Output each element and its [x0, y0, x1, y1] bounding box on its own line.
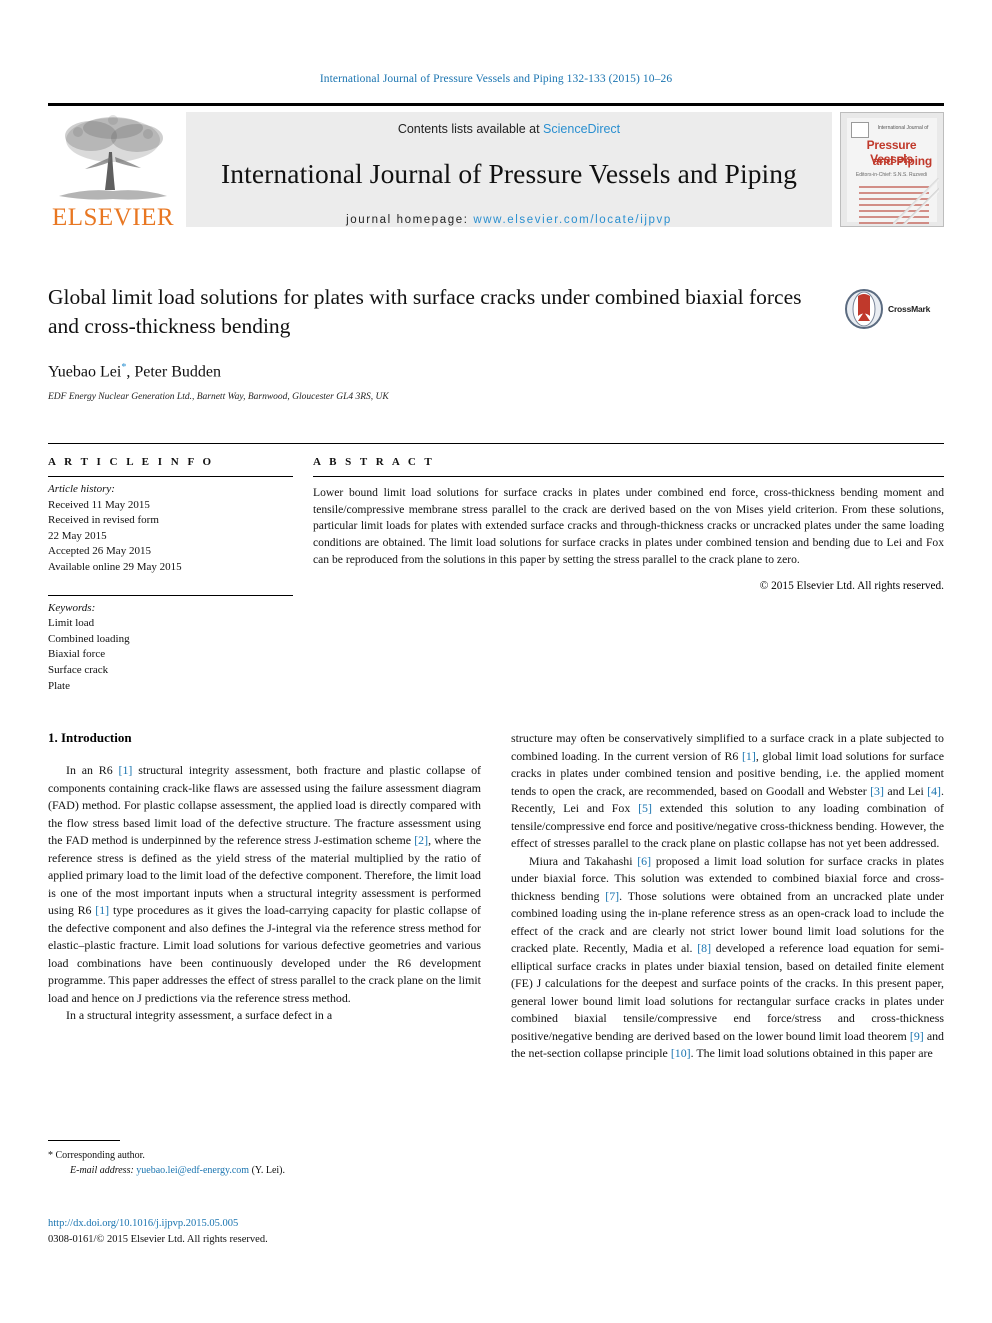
doi-block: http://dx.doi.org/10.1016/j.ijpvp.2015.0…: [48, 1216, 548, 1249]
abstract-copyright: © 2015 Elsevier Ltd. All rights reserved…: [759, 580, 944, 593]
cover-corner-fold: [893, 178, 939, 224]
paper-page: International Journal of Pressure Vessel…: [0, 0, 992, 1323]
reference-link[interactable]: [2]: [414, 833, 428, 847]
keyword-item: Plate: [48, 679, 70, 692]
homepage-prefix: journal homepage:: [346, 214, 474, 226]
keyword-item: Surface crack: [48, 664, 109, 677]
running-head: International Journal of Pressure Vessel…: [319, 73, 673, 85]
title-block: Global limit load solutions for plates w…: [48, 283, 944, 402]
section-heading-introduction: 1. Introduction: [48, 730, 481, 746]
info-abstract-section: A R T I C L E I N F O Article history: R…: [48, 443, 944, 694]
journal-cover-thumbnail[interactable]: International Journal of Pressure Vessel…: [840, 112, 944, 227]
issn-copyright-line: 0308-0161/© 2015 Elsevier Ltd. All right…: [48, 1234, 268, 1246]
history-item: Received in revised form: [48, 514, 159, 527]
contents-line: Contents lists available at ScienceDirec…: [398, 122, 620, 136]
body-columns: 1. Introduction In an R6 [1] structural …: [48, 730, 944, 1063]
section-title: Introduction: [61, 730, 132, 745]
body-column-right: structure may often be conservatively si…: [511, 730, 944, 1063]
author-primary: Yuebao Lei: [48, 363, 122, 381]
journal-homepage-line: journal homepage: www.elsevier.com/locat…: [346, 214, 672, 226]
crossmark-badge[interactable]: CrossMark: [844, 288, 944, 330]
history-item: Received 11 May 2015: [48, 498, 150, 511]
reference-link[interactable]: [9]: [910, 1029, 924, 1043]
body-paragraph: In an R6 [1] structural integrity assess…: [48, 762, 481, 1007]
paragraph-text: type procedures as it gives the load-car…: [48, 903, 481, 1005]
keyword-item: Biaxial force: [48, 648, 106, 661]
cover-title-line2: and Piping: [872, 154, 933, 168]
reference-link[interactable]: [8]: [697, 941, 711, 955]
doi-link[interactable]: http://dx.doi.org/10.1016/j.ijpvp.2015.0…: [48, 1216, 548, 1232]
footnote-rule: [48, 1140, 120, 1141]
crossmark-icon: [845, 289, 883, 329]
footnote-block: * Corresponding author. E-mail address: …: [48, 1140, 481, 1178]
body-paragraph: structure may often be conservatively si…: [511, 730, 944, 853]
journal-title: International Journal of Pressure Vessel…: [221, 158, 797, 189]
reference-link[interactable]: [10]: [671, 1046, 691, 1060]
cover-publisher-mark-icon: [851, 122, 869, 138]
journal-masthead: ELSEVIER Contents lists available at Sci…: [48, 103, 944, 233]
crossmark-label: CrossMark: [888, 304, 931, 314]
keyword-item: Combined loading: [48, 632, 130, 645]
reference-link[interactable]: [5]: [638, 801, 652, 815]
paragraph-text: Miura and Takahashi: [529, 853, 638, 868]
email-suffix: (Y. Lei).: [249, 1165, 285, 1176]
corresponding-author-note: * Corresponding author.: [48, 1150, 145, 1161]
abstract-heading: A B S T R A C T: [313, 456, 435, 468]
elsevier-wordmark: ELSEVIER: [51, 204, 175, 231]
history-item: Available online 29 May 2015: [48, 561, 182, 574]
history-item: Accepted 26 May 2015: [48, 545, 151, 558]
reference-link[interactable]: [6]: [637, 854, 651, 868]
left-paragraphs: In an R6 [1] structural integrity assess…: [48, 762, 481, 1025]
email-link[interactable]: yuebao.lei@edf-energy.com: [136, 1165, 249, 1176]
affiliation: EDF Energy Nuclear Generation Ltd., Barn…: [48, 391, 389, 402]
abstract-column: A B S T R A C T Lower bound limit load s…: [313, 444, 944, 694]
article-history-block: Article history: Received 11 May 2015 Re…: [48, 477, 293, 576]
email-note: E-mail address: yuebao.lei@edf-energy.co…: [48, 1163, 481, 1178]
keywords-label: Keywords:: [48, 601, 96, 614]
reference-link[interactable]: [3]: [870, 784, 884, 798]
sciencedirect-link[interactable]: ScienceDirect: [543, 122, 620, 136]
keywords-block: Keywords: Limit load Combined loading Bi…: [48, 590, 293, 695]
reference-link[interactable]: [1]: [119, 763, 133, 777]
paragraph-text: developed a reference load equation for …: [511, 941, 945, 1043]
article-info-column: A R T I C L E I N F O Article history: R…: [48, 444, 293, 694]
section-number: 1.: [48, 730, 58, 745]
article-info-heading: A R T I C L E I N F O: [48, 456, 215, 468]
paragraph-text: In a structural integrity assessment, a …: [66, 1008, 333, 1022]
email-label: E-mail address:: [70, 1165, 134, 1176]
abstract-text: Lower bound limit load solutions for sur…: [313, 486, 944, 566]
contents-prefix: Contents lists available at: [397, 122, 544, 136]
body-paragraph: Miura and Takahashi [6] proposed a limit…: [511, 853, 944, 1063]
reference-link[interactable]: [7]: [605, 889, 619, 903]
reference-link[interactable]: [4]: [927, 784, 941, 798]
journal-band: Contents lists available at ScienceDirec…: [186, 112, 832, 227]
cover-eyebrow: International Journal of: [877, 125, 929, 131]
homepage-url-link[interactable]: www.elsevier.com/locate/ijpvp: [473, 214, 672, 226]
elsevier-tree-icon: [59, 115, 167, 200]
keyword-item: Limit load: [48, 617, 95, 630]
author-list: Yuebao Lei*, Peter Budden: [48, 362, 944, 381]
article-history-label: Article history:: [48, 483, 115, 495]
body-column-left: 1. Introduction In an R6 [1] structural …: [48, 730, 481, 1063]
elsevier-logo: ELSEVIER: [48, 106, 178, 233]
body-paragraph: In a structural integrity assessment, a …: [48, 1007, 481, 1025]
paragraph-text: . The limit load solutions obtained in t…: [690, 1046, 933, 1060]
right-paragraphs: structure may often be conservatively si…: [511, 730, 944, 1063]
history-item: 22 May 2015: [48, 529, 107, 542]
paragraph-text: In an R6: [66, 763, 119, 777]
reference-link[interactable]: [1]: [742, 749, 756, 763]
page-title: Global limit load solutions for plates w…: [48, 285, 802, 338]
paragraph-text: and Lei: [883, 783, 928, 798]
author-secondary: , Peter Budden: [126, 363, 221, 381]
reference-link[interactable]: [1]: [95, 903, 109, 917]
